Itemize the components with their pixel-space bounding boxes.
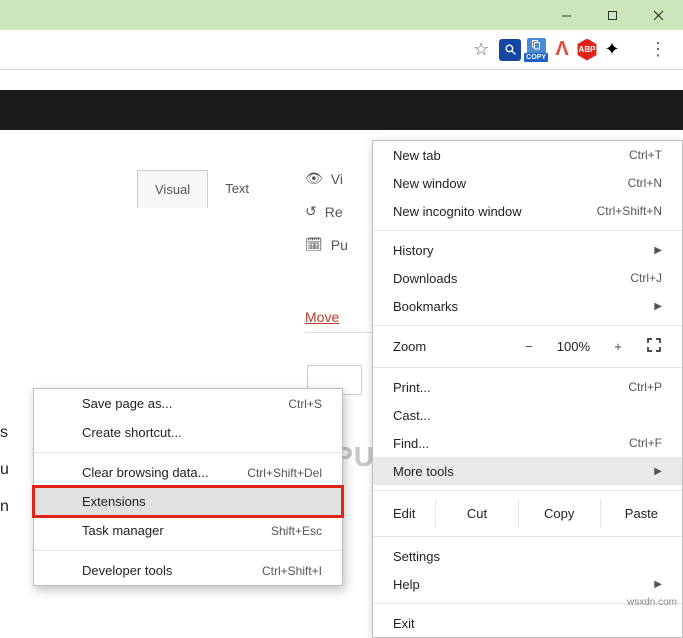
copy-badge: COPY bbox=[524, 53, 548, 62]
menu-exit[interactable]: Exit bbox=[373, 609, 682, 637]
tab-visual[interactable]: Visual bbox=[137, 170, 208, 208]
menu-new-incognito[interactable]: New incognito windowCtrl+Shift+N bbox=[373, 197, 682, 225]
menu-cut[interactable]: Cut bbox=[435, 500, 517, 527]
extension-adblock-icon[interactable]: ABP bbox=[576, 39, 598, 61]
menu-print[interactable]: Print...Ctrl+P bbox=[373, 373, 682, 401]
browser-toolbar: ☆ COPY Λ ABP ✦ ⋮ bbox=[0, 30, 683, 70]
tab-text[interactable]: Text bbox=[208, 170, 266, 208]
page-header-bar bbox=[0, 90, 683, 130]
extensions-puzzle-icon[interactable]: ✦ bbox=[601, 39, 623, 61]
menu-new-window[interactable]: New windowCtrl+N bbox=[373, 169, 682, 197]
submenu-create-shortcut[interactable]: Create shortcut... bbox=[34, 418, 342, 447]
menu-find[interactable]: Find...Ctrl+F bbox=[373, 429, 682, 457]
menu-downloads[interactable]: DownloadsCtrl+J bbox=[373, 264, 682, 292]
edit-label: Edit bbox=[393, 506, 435, 521]
bookmark-star-icon[interactable]: ☆ bbox=[466, 39, 496, 60]
editor-tabs: Visual Text bbox=[137, 170, 266, 208]
submenu-extensions[interactable]: Extensions bbox=[34, 487, 342, 516]
menu-new-tab[interactable]: New tabCtrl+T bbox=[373, 141, 682, 169]
close-button[interactable] bbox=[635, 0, 681, 30]
zoom-label: Zoom bbox=[393, 339, 426, 354]
eye-icon: 👁 bbox=[305, 170, 323, 187]
submenu-arrow-icon: ▶ bbox=[654, 466, 662, 477]
zoom-value: 100% bbox=[557, 339, 590, 354]
menu-help[interactable]: Help▶ bbox=[373, 570, 682, 598]
extension-a-icon[interactable]: Λ bbox=[551, 39, 573, 61]
submenu-task-manager[interactable]: Task managerShift+Esc bbox=[34, 516, 342, 545]
submenu-save-page[interactable]: Save page as...Ctrl+S bbox=[34, 389, 342, 418]
menu-edit-row: Edit Cut Copy Paste bbox=[373, 496, 682, 531]
submenu-arrow-icon: ▶ bbox=[654, 245, 662, 256]
history-icon: ↺ bbox=[305, 203, 317, 220]
menu-history[interactable]: History▶ bbox=[373, 236, 682, 264]
page-content: Visual Text 👁Vi ↺Re 🗓Pu Move sun A PUALS… bbox=[0, 70, 683, 610]
menu-paste[interactable]: Paste bbox=[600, 500, 682, 527]
menu-settings[interactable]: Settings bbox=[373, 542, 682, 570]
submenu-arrow-icon: ▶ bbox=[654, 579, 662, 590]
zoom-out-button[interactable]: − bbox=[519, 339, 539, 354]
body-text-cut: sun bbox=[0, 415, 30, 525]
menu-copy[interactable]: Copy bbox=[518, 500, 600, 527]
window-titlebar bbox=[0, 0, 683, 30]
sidebar-partial: 👁 Vi ↺ Re 🗓 Pu bbox=[305, 170, 365, 269]
side-label: Re bbox=[325, 204, 343, 220]
minimize-button[interactable] bbox=[543, 0, 589, 30]
submenu-arrow-icon: ▶ bbox=[654, 301, 662, 312]
menu-cast[interactable]: Cast... bbox=[373, 401, 682, 429]
menu-bookmarks[interactable]: Bookmarks▶ bbox=[373, 292, 682, 320]
submenu-developer-tools[interactable]: Developer toolsCtrl+Shift+I bbox=[34, 556, 342, 585]
extension-search-icon[interactable] bbox=[499, 39, 521, 61]
side-label: Pu bbox=[331, 237, 348, 253]
menu-more-tools[interactable]: More tools▶ bbox=[373, 457, 682, 485]
chrome-main-menu: New tabCtrl+T New windowCtrl+N New incog… bbox=[372, 140, 683, 638]
move-link[interactable]: Move bbox=[305, 309, 365, 325]
submenu-clear-browsing-data[interactable]: Clear browsing data...Ctrl+Shift+Del bbox=[34, 458, 342, 487]
side-label: Vi bbox=[331, 171, 343, 187]
zoom-in-button[interactable]: + bbox=[608, 339, 628, 354]
source-watermark: wsxdn.com bbox=[627, 597, 677, 608]
chrome-menu-button[interactable]: ⋮ bbox=[643, 35, 673, 65]
calendar-icon: 🗓 bbox=[305, 236, 323, 253]
more-tools-submenu: Save page as...Ctrl+S Create shortcut...… bbox=[33, 388, 343, 586]
extension-copy-icon[interactable] bbox=[527, 38, 546, 53]
menu-zoom-row: Zoom − 100% + bbox=[373, 331, 682, 362]
fullscreen-icon[interactable] bbox=[646, 337, 662, 356]
maximize-button[interactable] bbox=[589, 0, 635, 30]
